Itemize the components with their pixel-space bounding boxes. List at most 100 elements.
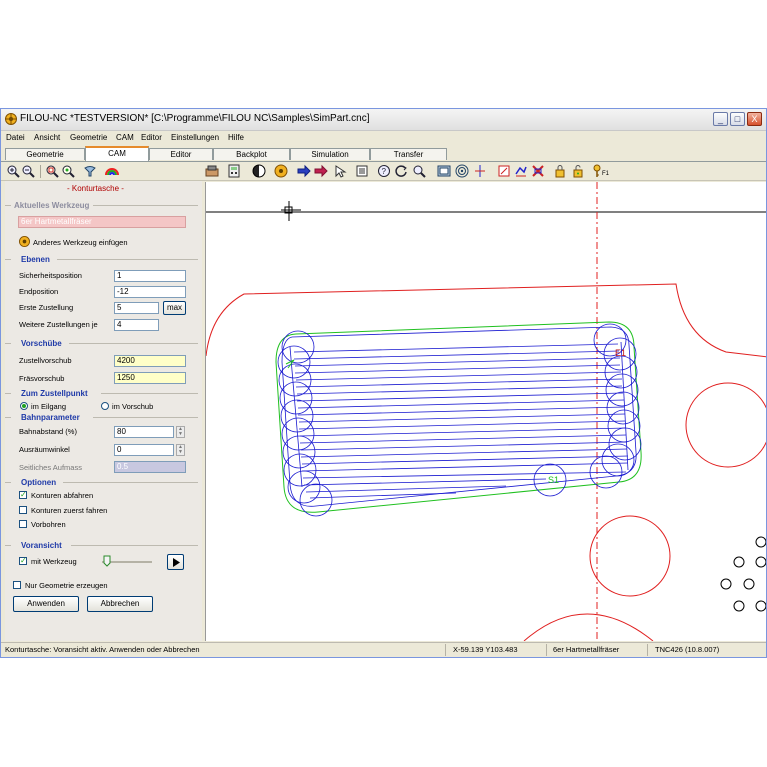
tab-backplot[interactable]: Backplot [213, 148, 290, 160]
zoom-prev-icon[interactable] [412, 164, 426, 178]
preview-slider-thumb[interactable] [103, 555, 111, 567]
current-tool-field: 6er Hartmetallfräser [18, 216, 186, 228]
contour-first-checkbox[interactable] [19, 506, 27, 514]
layer-edit-icon[interactable] [514, 164, 528, 178]
safety-label: Sicherheitsposition [19, 271, 82, 280]
f1-label: F1 [602, 171, 610, 177]
contour-pocket-panel: - Konturtasche - Aktuelles Werkzeug 6er … [5, 181, 202, 641]
cad-view[interactable]: E1 S1 [206, 182, 767, 641]
close-button[interactable]: X [747, 112, 762, 126]
color-icon[interactable] [105, 164, 119, 178]
zoom-in-icon[interactable] [6, 164, 20, 178]
cancel-button[interactable]: Abbrechen [87, 596, 153, 612]
end-point-label: E1 [615, 348, 626, 358]
arrow-right-icon[interactable] [297, 164, 311, 178]
tab-geometrie[interactable]: Geometrie [5, 148, 85, 160]
crosshair-icon[interactable] [473, 164, 487, 178]
safety-input[interactable]: 1 [114, 270, 186, 282]
milling-feed-input[interactable]: 1250 [114, 372, 186, 384]
first-infeed-input[interactable]: 5 [114, 302, 159, 314]
further-infeed-input[interactable]: 4 [114, 319, 159, 331]
with-tool-label: mit Werkzeug [31, 557, 77, 566]
rapid-label: im Eilgang [31, 402, 67, 411]
menu-cam[interactable]: CAM [116, 133, 134, 142]
toolbar: ? F1 [1, 162, 766, 181]
tool-icon[interactable] [274, 164, 288, 178]
menu-datei[interactable]: Datei [6, 133, 25, 142]
grid-icon[interactable] [437, 164, 451, 178]
list-icon[interactable] [355, 164, 369, 178]
menu-ansicht[interactable]: Ansicht [34, 133, 60, 142]
layer-icon[interactable] [497, 164, 511, 178]
feed-label: im Vorschub [112, 402, 154, 411]
angle-spinner[interactable]: ▲ ▼ [176, 444, 185, 456]
tab-transfer[interactable]: Transfer [370, 148, 447, 160]
contour-trace-label: Konturen abfahren [31, 491, 94, 500]
stepover-input[interactable]: 80 [114, 426, 174, 438]
predrill-label: Vorbohren [31, 520, 66, 529]
tab-cam[interactable]: CAM [85, 146, 149, 161]
tab-simulation[interactable]: Simulation [290, 148, 370, 160]
toolpath [277, 323, 642, 517]
menu-bar: Datei Ansicht Geometrie CAM Editor Einst… [1, 131, 766, 145]
play-button[interactable] [167, 554, 184, 570]
status-message: Konturtasche: Voransicht aktiv. Anwenden… [5, 645, 200, 654]
contour-trace-checkbox[interactable]: ✓ [19, 491, 27, 499]
tool-sphere-icon[interactable] [252, 164, 266, 178]
drawing-canvas[interactable]: E1 S1 [205, 182, 767, 641]
pointer-icon[interactable] [333, 164, 347, 178]
further-infeed-label: Weitere Zustellungen je [19, 320, 98, 329]
maximize-button[interactable]: □ [730, 112, 745, 126]
angle-label: Ausräumwinkel [19, 445, 70, 454]
hole-pattern [720, 536, 766, 612]
help-icon[interactable]: ? [377, 164, 391, 178]
menu-geometrie[interactable]: Geometrie [70, 133, 107, 142]
arrow-icon[interactable] [314, 164, 328, 178]
menu-hilfe[interactable]: Hilfe [228, 133, 244, 142]
infeed-feed-input[interactable]: 4200 [114, 355, 186, 367]
section-approach: Zum Zustellpunkt [21, 389, 88, 398]
calculator-icon[interactable] [227, 164, 241, 178]
apply-button[interactable]: Anwenden [13, 596, 79, 612]
side-allowance-input: 0.5 [114, 461, 186, 473]
lock-icon[interactable] [553, 164, 567, 178]
end-label: Endposition [19, 287, 59, 296]
zoom-window-icon[interactable] [45, 164, 59, 178]
svg-text:?: ? [382, 167, 387, 176]
geometry-only-label: Nur Geometrie erzeugen [25, 581, 108, 590]
section-current-tool: Aktuelles Werkzeug [14, 201, 90, 210]
geometry-only-checkbox[interactable] [13, 581, 21, 589]
predrill-checkbox[interactable] [19, 520, 27, 528]
max-button[interactable]: max [163, 301, 186, 315]
tab-bar: Geometrie CAM Editor Backplot Simulation… [1, 146, 766, 162]
layer-delete-icon[interactable] [531, 164, 545, 178]
feed-radio[interactable] [101, 402, 109, 410]
insert-tool-link[interactable]: Anderes Werkzeug einfügen [33, 238, 128, 247]
stepover-spinner[interactable]: ▲ ▼ [176, 426, 185, 438]
unlock-icon[interactable] [571, 164, 585, 178]
zoom-out-icon[interactable] [21, 164, 35, 178]
play-icon [173, 558, 180, 567]
target-icon[interactable] [455, 164, 469, 178]
contour-first-label: Konturen zuerst fahren [31, 506, 108, 515]
with-tool-checkbox[interactable]: ✓ [19, 557, 27, 565]
settings-icon[interactable] [205, 164, 219, 178]
side-allowance-label: Seitliches Aufmass [19, 463, 82, 472]
pocket-contour [275, 321, 642, 513]
menu-editor[interactable]: Editor [141, 133, 162, 142]
end-input[interactable]: -12 [114, 286, 186, 298]
rapid-radio[interactable] [20, 402, 28, 410]
circle-icon[interactable] [394, 164, 408, 178]
section-levels: Ebenen [21, 255, 50, 264]
title-bar[interactable]: FILOU-NC *TESTVERSION* [C:\Programme\FIL… [1, 109, 766, 131]
view-icon[interactable] [83, 164, 97, 178]
zoom-all-icon[interactable] [61, 164, 75, 178]
first-infeed-label: Erste Zustellung [19, 303, 74, 312]
angle-input[interactable]: 0 [114, 444, 174, 456]
tab-editor[interactable]: Editor [149, 148, 213, 160]
menu-einstellungen[interactable]: Einstellungen [171, 133, 219, 142]
section-path: Bahnparameter [21, 413, 80, 422]
minimize-button[interactable]: _ [713, 112, 728, 126]
stepover-label: Bahnabstand (%) [19, 427, 77, 436]
panel-heading: - Konturtasche - [67, 184, 124, 193]
